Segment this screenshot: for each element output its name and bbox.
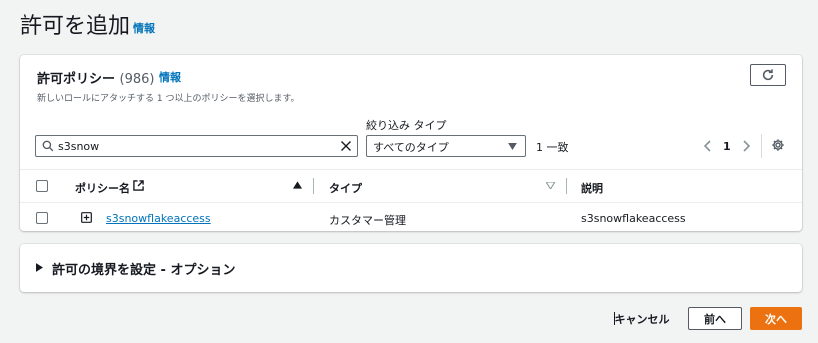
panel-description: 新しいロールにアタッチする 1 つ以上のポリシーを選択します。 xyxy=(37,94,300,104)
cancel-label: キャンセル xyxy=(614,312,670,326)
column-divider xyxy=(566,178,567,194)
next-page-button[interactable] xyxy=(740,139,754,153)
table-header: ポリシー名 タイプ 説明 xyxy=(20,169,802,203)
search-icon xyxy=(42,140,54,152)
cancel-button[interactable]: キャンセル xyxy=(611,307,673,330)
caret-right-icon[interactable] xyxy=(36,263,43,272)
sort-unsorted-icon[interactable] xyxy=(546,182,555,189)
search-input[interactable] xyxy=(58,137,328,155)
pagination: 1 xyxy=(700,137,754,155)
policies-info-link[interactable]: 情報 xyxy=(159,69,181,85)
type-filter-select[interactable]: すべてのタイプ xyxy=(366,135,526,157)
policy-count: (986) xyxy=(119,72,155,87)
boundary-section-title[interactable]: 許可の境界を設定 - オプション xyxy=(52,259,235,278)
panel-header: 許可ポリシー (986) xyxy=(37,68,155,87)
column-header-type[interactable]: タイプ xyxy=(329,180,362,196)
permissions-boundary-panel[interactable]: 許可の境界を設定 - オプション xyxy=(20,244,802,292)
row-checkbox[interactable] xyxy=(36,212,48,224)
page-number[interactable]: 1 xyxy=(723,140,731,153)
policy-search-box[interactable] xyxy=(35,135,358,157)
column-divider xyxy=(313,178,314,194)
policy-description-cell: s3snowflakeaccess xyxy=(581,212,686,225)
match-count: 1 一致 xyxy=(536,141,569,154)
type-filter-value: すべてのタイプ xyxy=(373,141,449,154)
policy-name-link[interactable]: s3snowflakeaccess xyxy=(106,212,211,225)
external-link-icon[interactable] xyxy=(133,180,144,191)
caret-down-icon xyxy=(508,143,517,150)
clear-icon[interactable] xyxy=(340,140,352,152)
panel-title: 許可ポリシー xyxy=(37,72,116,87)
page-info-link[interactable]: 情報 xyxy=(133,20,155,36)
previous-button[interactable]: 前へ xyxy=(688,307,742,330)
refresh-button[interactable] xyxy=(750,64,786,86)
expand-plus-icon[interactable] xyxy=(81,212,92,223)
refresh-icon xyxy=(762,69,774,81)
gear-icon[interactable] xyxy=(771,138,785,152)
column-header-description[interactable]: 説明 xyxy=(581,180,603,196)
text-cursor-icon xyxy=(614,312,615,325)
chevron-left-icon xyxy=(703,140,711,152)
sort-ascending-icon[interactable] xyxy=(293,181,302,189)
pagination-divider xyxy=(761,134,762,158)
page-title: 許可を追加 xyxy=(20,14,131,39)
permission-policies-panel: 許可ポリシー (986) 情報 新しいロールにアタッチする 1 つ以上のポリシー… xyxy=(20,55,802,231)
prev-page-button[interactable] xyxy=(700,139,714,153)
filter-type-label: 絞り込み タイプ xyxy=(366,119,447,132)
policies-table: ポリシー名 タイプ 説明 s3snowflakeaccess カスタマー管理 s… xyxy=(20,169,802,233)
chevron-right-icon xyxy=(743,140,750,152)
next-button[interactable]: 次へ xyxy=(750,307,802,330)
column-header-name[interactable]: ポリシー名 xyxy=(75,180,130,196)
policy-type-cell: カスタマー管理 xyxy=(329,214,406,227)
select-all-checkbox[interactable] xyxy=(36,180,48,192)
table-row[interactable]: s3snowflakeaccess カスタマー管理 s3snowflakeacc… xyxy=(20,203,802,233)
